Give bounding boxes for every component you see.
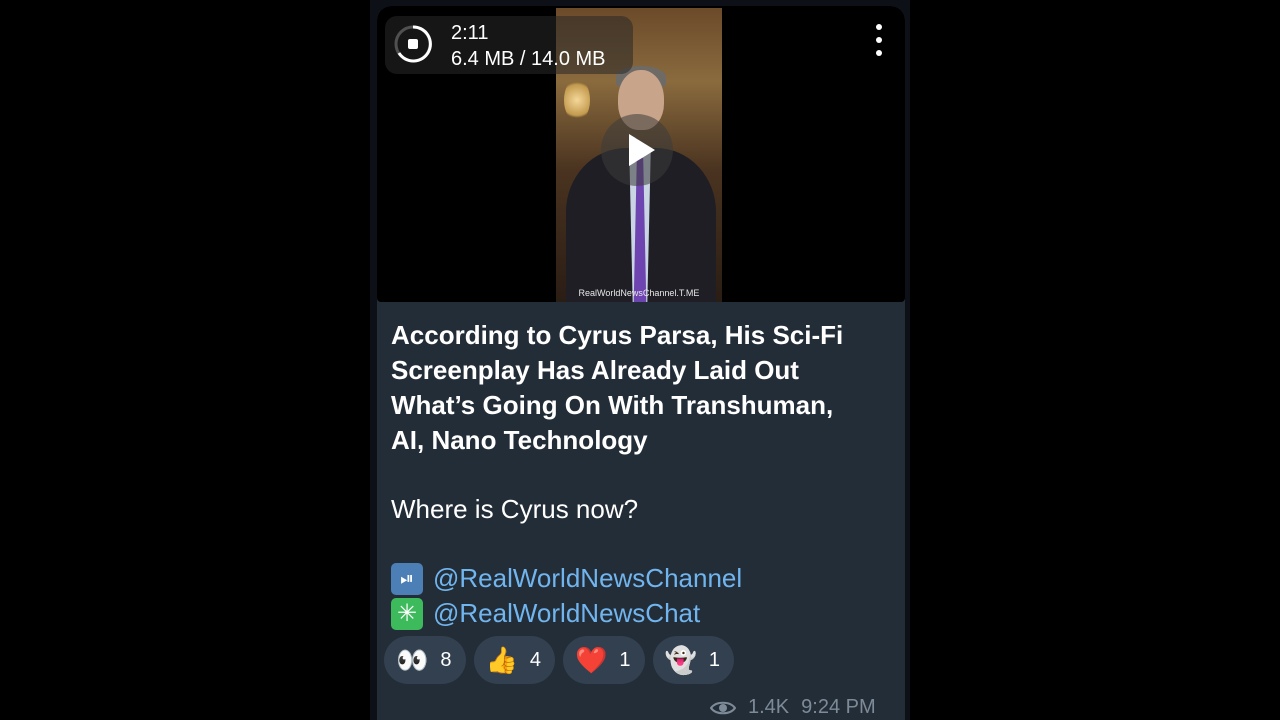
message-text: According to Cyrus Parsa, His Sci-Fi Scr… — [391, 318, 871, 631]
ghost-icon: 👻 — [664, 645, 697, 675]
channel-links: ⏯ @RealWorldNewsChannel ✳ @RealWorldNews… — [391, 561, 871, 631]
message-bubble: RealWorldNewsChannel.T.ME 2:11 6.4 MB / … — [377, 6, 905, 720]
cancel-download-icon[interactable] — [393, 24, 433, 64]
reactions-bar: 👀 8 👍 4 ❤️ 1 👻 1 — [384, 636, 734, 684]
reaction-heart[interactable]: ❤️ 1 — [563, 636, 645, 684]
chat-view: RealWorldNewsChannel.T.ME 2:11 6.4 MB / … — [370, 0, 910, 720]
more-options-icon[interactable] — [869, 22, 889, 58]
lamp — [564, 78, 590, 122]
chat-link-text[interactable]: @RealWorldNewsChat — [433, 596, 700, 631]
reaction-eyes[interactable]: 👀 8 — [384, 636, 466, 684]
video-player[interactable]: RealWorldNewsChannel.T.ME 2:11 6.4 MB / … — [377, 6, 905, 302]
thumbs-up-icon: 👍 — [485, 645, 518, 675]
message-time: 9:24 PM — [801, 696, 876, 718]
video-duration: 2:11 — [451, 22, 489, 44]
channel-link[interactable]: ⏯ @RealWorldNewsChannel — [391, 561, 871, 596]
download-status: 2:11 6.4 MB / 14.0 MB — [385, 16, 633, 74]
view-count: 1.4K — [748, 696, 790, 718]
eyes-icon: 👀 — [396, 645, 429, 675]
download-progress: 6.4 MB / 14.0 MB — [451, 48, 606, 70]
message-title: According to Cyrus Parsa, His Sci-Fi Scr… — [391, 320, 844, 455]
play-button[interactable] — [601, 114, 673, 186]
video-watermark: RealWorldNewsChannel.T.ME — [578, 288, 700, 298]
message-meta: 1.4K 9:24 PM — [710, 696, 876, 719]
heart-icon: ❤️ — [575, 645, 608, 675]
reaction-count: 1 — [708, 648, 720, 671]
reaction-ghost[interactable]: 👻 1 — [652, 636, 734, 684]
eye-icon — [710, 701, 736, 714]
play-pause-icon: ⏯ — [391, 562, 423, 595]
reaction-thumbs-up[interactable]: 👍 4 — [473, 636, 555, 684]
reaction-count: 1 — [619, 648, 631, 671]
asterisk-icon: ✳ — [391, 597, 423, 630]
chat-link[interactable]: ✳ @RealWorldNewsChat — [391, 596, 871, 631]
reaction-count: 4 — [529, 648, 541, 671]
message-question: Where is Cyrus now? — [391, 494, 639, 524]
channel-link-text[interactable]: @RealWorldNewsChannel — [433, 561, 742, 596]
reaction-count: 8 — [440, 648, 452, 671]
